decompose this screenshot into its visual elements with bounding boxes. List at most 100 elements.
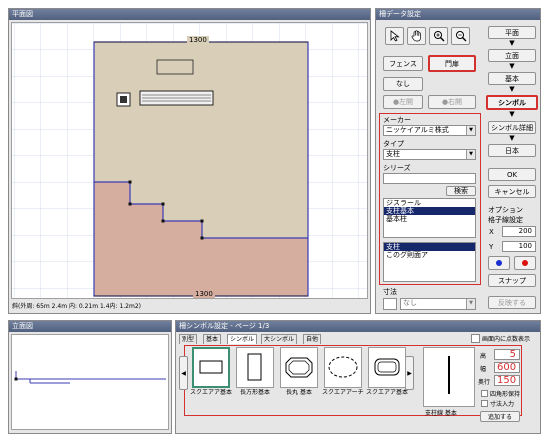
keep-rectangle-checkbox[interactable] — [481, 390, 488, 397]
options-title: オプション — [488, 206, 523, 214]
none-button[interactable]: なし — [383, 77, 423, 91]
preview-label: 支柱線 基本 — [425, 410, 457, 417]
tab-basic[interactable]: 基本 — [203, 334, 222, 344]
cancel-button[interactable]: キャンセル — [488, 185, 536, 198]
step-arrow-icon: ▼ — [509, 110, 515, 118]
gallery-next-button[interactable]: ▶ — [405, 356, 414, 390]
series-list[interactable]: ジスラール 支柱基本 基本柱 — [383, 198, 476, 238]
tab-symbol[interactable]: シンボル — [227, 334, 258, 344]
symbol-settings-window: 柵シンボル設定 - ページ 1/3 別型 基本 シンボル 大シンボル 自他 画面… — [175, 320, 541, 434]
fence-type-button[interactable]: フェンス — [383, 56, 423, 71]
gate-type-button[interactable]: 門扉 — [428, 55, 476, 72]
step-basic-button[interactable]: 基本 — [488, 72, 536, 85]
grid-y-input[interactable]: 100 — [502, 241, 536, 252]
zoom-in-icon — [433, 31, 444, 42]
symbol-thumb[interactable]: スクエアア基本 — [190, 347, 232, 403]
type-label: タイプ — [383, 140, 404, 148]
tab-large-symbol[interactable]: 大シンボル — [261, 334, 298, 344]
series-label: シリーズ — [383, 164, 411, 172]
elevation-canvas[interactable] — [11, 334, 169, 430]
list-item[interactable]: ジスラール — [384, 199, 475, 207]
depth-label: 奥行 — [478, 379, 491, 386]
symbol-thumb-label: スクエアア基本 — [366, 389, 408, 396]
search-button[interactable]: 検索 — [446, 186, 476, 196]
elevation-window-title: 立面図 — [9, 321, 171, 332]
step-arrow-icon: ▼ — [509, 85, 515, 93]
blue-color-button[interactable] — [488, 256, 510, 270]
list-item-selected[interactable]: 支柱基本 — [384, 207, 475, 215]
show-points-label: 画面内に点数表示 — [482, 336, 531, 343]
depth-input[interactable]: 150 — [494, 375, 520, 386]
list-item-selected[interactable]: 支柱 — [384, 243, 475, 251]
dimension-bottom: 1300 — [193, 290, 215, 298]
zoom-out-icon — [455, 31, 466, 42]
pan-tool-button[interactable] — [407, 27, 426, 45]
open-right-radio[interactable]: ●右開 — [428, 95, 476, 109]
symbol-thumb[interactable]: 長丸 基本 — [280, 347, 318, 403]
step-arrow-icon: ▼ — [509, 62, 515, 70]
step-arrow-icon: ▼ — [509, 39, 515, 47]
step-symbol-button[interactable]: シンボル — [486, 95, 538, 110]
add-symbol-button[interactable]: 追加する — [480, 411, 520, 422]
step-plan-button[interactable]: 平面 — [488, 26, 536, 39]
symbol-preview — [423, 347, 475, 407]
maker-value: ニッケイアルミ株式 — [386, 126, 449, 134]
options-subtitle: 格子線設定 — [488, 216, 523, 224]
plan-drawing[interactable] — [12, 23, 368, 299]
gallery-prev-button[interactable]: ◀ — [179, 356, 188, 390]
snap-button[interactable]: スナップ — [488, 274, 536, 287]
color-list[interactable]: 支柱 このグ則面ア — [383, 242, 476, 282]
symbol-settings-title: 柵シンボル設定 - ページ 1/3 — [176, 321, 540, 332]
maker-select[interactable]: ニッケイアルミ株式 ▼ — [383, 125, 476, 136]
list-item[interactable]: 基本柱 — [384, 215, 475, 223]
symbol-tabs: 別型 基本 シンボル 大シンボル 自他 — [179, 334, 379, 344]
type-select[interactable]: 支柱 ▼ — [383, 149, 476, 160]
zoom-out-button[interactable] — [451, 27, 470, 45]
symbol-thumb-label: 長方形基本 — [239, 389, 270, 396]
arrow-cursor-icon — [390, 30, 400, 42]
size-swatch[interactable] — [383, 298, 397, 310]
symbol-thumb-label: スクエアアーチ基本 — [322, 389, 364, 396]
elevation-window: 立面図 — [8, 320, 172, 434]
step-final-button[interactable]: 日本 — [488, 144, 536, 157]
symbol-thumb[interactable]: スクエアア基本 — [366, 347, 408, 403]
symbol-thumb-label: 長丸 基本 — [286, 389, 312, 396]
plan-canvas[interactable]: 1300 1300 — [11, 22, 368, 299]
height-label: 高 — [480, 353, 487, 360]
data-settings-title: 柵データ設定 — [376, 9, 540, 20]
size-value: なし — [403, 299, 417, 307]
step-elevation-button[interactable]: 立面 — [488, 49, 536, 62]
symbol-thumb[interactable]: スクエアアーチ基本 — [322, 347, 364, 403]
dashed-oval-symbol-icon — [328, 356, 358, 378]
width-input[interactable]: 600 — [494, 362, 520, 373]
symbol-thumb[interactable]: 長方形基本 — [236, 347, 274, 403]
show-points-checkbox[interactable] — [471, 334, 480, 343]
red-color-button[interactable] — [514, 256, 536, 270]
size-input-checkbox[interactable] — [481, 400, 488, 407]
type-value: 支柱 — [386, 150, 400, 158]
height-input[interactable]: 5 — [494, 349, 520, 360]
elevation-drawing — [14, 371, 166, 384]
ok-button[interactable]: OK — [488, 168, 536, 181]
tall-rectangle-symbol-icon — [247, 353, 262, 381]
chevron-down-icon: ▼ — [466, 150, 475, 159]
tab-type[interactable]: 別型 — [179, 334, 198, 344]
tab-other[interactable]: 自他 — [303, 334, 322, 344]
zoom-in-button[interactable] — [429, 27, 448, 45]
grid-y-label: Y — [489, 243, 494, 251]
select-tool-button[interactable] — [385, 27, 404, 45]
list-item[interactable]: このグ則面ア — [384, 251, 475, 259]
reflect-button[interactable]: 反映する — [488, 296, 536, 309]
symbol-gallery: スクエアア基本 長方形基本 長丸 基本 スクエアアーチ基本 スクエアア基本 — [190, 347, 408, 405]
series-input[interactable] — [383, 173, 476, 184]
red-dot-icon — [522, 260, 528, 266]
size-select[interactable]: なし ▼ — [400, 298, 476, 310]
step-symbol-detail-button[interactable]: シンボル詳細 — [488, 121, 536, 134]
status-bar: 斜(外周: 65m 2.4m 内: 0.21m 1.4内: 1.2m2) — [12, 303, 142, 310]
rounded-symbol-icon — [374, 358, 400, 376]
width-label: 幅 — [480, 366, 487, 373]
grid-x-input[interactable]: 200 — [502, 226, 536, 237]
open-left-radio[interactable]: ●左開 — [383, 95, 423, 109]
symbol-thumb-label: スクエアア基本 — [190, 389, 232, 396]
chevron-down-icon: ▼ — [466, 299, 475, 309]
